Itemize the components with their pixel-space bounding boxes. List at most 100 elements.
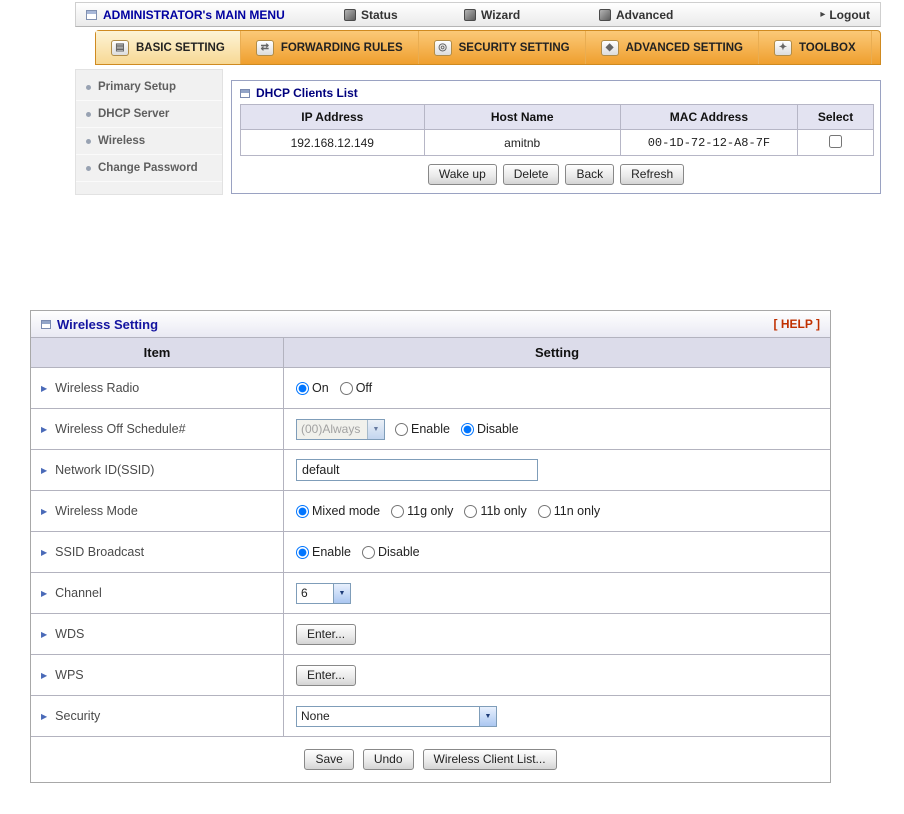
row-label-text: SSID Broadcast	[55, 545, 145, 559]
delete-button[interactable]: Delete	[502, 164, 560, 185]
back-button[interactable]: Back	[565, 164, 615, 185]
table-header-row: IP Address Host Name MAC Address Select	[240, 104, 874, 130]
option-label: Mixed mode	[312, 504, 381, 518]
option-label: Off	[355, 381, 373, 395]
cell-select	[797, 129, 874, 156]
logout-label: Logout	[829, 7, 870, 22]
sidebar-item-dhcp-server[interactable]: DHCP Server	[76, 101, 222, 128]
mode-11n-radio[interactable]	[537, 504, 551, 518]
schedule-disable-option[interactable]: Disable	[460, 422, 519, 436]
option-label: 11n only	[553, 504, 601, 518]
dhcp-buttons-row: Wake up Delete Back Refresh	[232, 156, 880, 185]
wireless-radio-off-radio[interactable]	[339, 381, 353, 395]
channel-select[interactable]: 6 ▼	[296, 582, 351, 604]
cell-host-name: amitnb	[423, 129, 621, 156]
tab-forwarding-rules[interactable]: ⇄ FORWARDING RULES	[241, 31, 419, 64]
logout-arrow-icon: ▸	[820, 9, 826, 20]
row-label-text: Wireless Radio	[55, 381, 140, 395]
mode-11b-option[interactable]: 11b only	[464, 504, 527, 518]
broadcast-enable-radio[interactable]	[296, 545, 309, 559]
mode-11b-radio[interactable]	[464, 504, 478, 518]
option-label: Enable	[411, 422, 450, 436]
sidebar-item-primary-setup[interactable]: Primary Setup	[76, 74, 222, 101]
status-icon	[344, 8, 356, 21]
wireless-radio-off-option[interactable]: Off	[339, 381, 373, 395]
row-bullet-icon: ▶	[41, 547, 48, 557]
wake-up-button[interactable]: Wake up	[427, 164, 497, 185]
row-label-text: WPS	[55, 668, 84, 682]
schedule-enable-radio[interactable]	[395, 422, 408, 436]
row-label-wds: ▶ WDS	[31, 614, 284, 655]
forwarding-rules-icon: ⇄	[255, 39, 274, 56]
mode-mixed-option[interactable]: Mixed mode	[296, 504, 380, 518]
wds-enter-button[interactable]: Enter...	[296, 623, 357, 645]
tab-label: FORWARDING RULES	[280, 41, 403, 54]
dhcp-clients-panel: DHCP Clients List IP Address Host Name M…	[231, 80, 881, 194]
mode-11g-option[interactable]: 11g only	[391, 504, 453, 518]
schedule-disable-radio[interactable]	[460, 422, 474, 436]
ssid-input[interactable]	[296, 459, 538, 481]
schedule-select: (00)Always ▼	[296, 418, 385, 440]
row-setting-wireless-off-schedule: (00)Always ▼ Enable Disable	[284, 409, 830, 450]
tab-basic-setting[interactable]: ▤ BASIC SETTING	[96, 31, 241, 64]
wps-enter-button[interactable]: Enter...	[296, 664, 357, 686]
schedule-enable-option[interactable]: Enable	[395, 422, 450, 436]
help-link[interactable]: [ HELP ]	[774, 317, 820, 331]
option-label: Disable	[377, 545, 420, 559]
row-bullet-icon: ▶	[41, 506, 48, 516]
menubar-item-advanced[interactable]: Advanced	[599, 3, 673, 26]
undo-button[interactable]: Undo	[362, 749, 414, 770]
row-label-text: WDS	[55, 627, 85, 641]
broadcast-enable-option[interactable]: Enable	[296, 545, 351, 559]
dropdown-arrow-icon: ▼	[367, 419, 384, 439]
advanced-label: Advanced	[616, 7, 674, 22]
broadcast-disable-option[interactable]: Disable	[361, 545, 420, 559]
cell-mac-address: 00-1D-72-12-A8-7F	[619, 129, 799, 156]
refresh-button[interactable]: Refresh	[620, 164, 685, 185]
security-select[interactable]: None ▼	[296, 705, 497, 727]
tab-label: TOOLBOX	[798, 41, 856, 54]
wireless-client-list-button[interactable]: Wireless Client List...	[422, 749, 557, 770]
sidebar-item-wireless[interactable]: Wireless	[76, 128, 222, 155]
bullet-icon	[86, 84, 91, 90]
sidebar-item-label: Change Password	[98, 162, 198, 174]
mode-11g-radio[interactable]	[391, 504, 405, 518]
wireless-radio-on-option[interactable]: On	[296, 381, 329, 395]
main-menu-title-group: ADMINISTRATOR's MAIN MENU	[86, 3, 285, 26]
row-setting-ssid-broadcast: Enable Disable	[284, 532, 830, 573]
row-label-text: Network ID(SSID)	[55, 463, 155, 477]
col-setting-header: Setting	[284, 338, 830, 368]
wireless-radio-on-radio[interactable]	[296, 381, 309, 395]
bullet-icon	[86, 138, 91, 144]
dhcp-panel-title-text: DHCP Clients List	[256, 86, 358, 100]
sidebar-item-change-password[interactable]: Change Password	[76, 155, 222, 182]
tab-bar: ▤ BASIC SETTING ⇄ FORWARDING RULES ◎ SEC…	[95, 30, 881, 65]
menubar-item-wizard[interactable]: Wizard	[464, 3, 520, 26]
bullet-icon	[86, 111, 91, 117]
sidebar: Primary Setup DHCP Server Wireless Chang…	[75, 69, 223, 195]
row-label-ssid-broadcast: ▶ SSID Broadcast	[31, 532, 284, 573]
tab-advanced-setting[interactable]: ◆ ADVANCED SETTING	[586, 31, 759, 64]
wireless-buttons-row: Save Undo Wireless Client List...	[31, 737, 830, 782]
select-client-checkbox[interactable]	[829, 134, 842, 148]
panel-window-icon	[41, 319, 51, 329]
tab-label: BASIC SETTING	[136, 41, 225, 54]
tab-security-setting[interactable]: ◎ SECURITY SETTING	[419, 31, 586, 64]
row-label-wireless-off-schedule: ▶ Wireless Off Schedule#	[31, 409, 284, 450]
tab-label: ADVANCED SETTING	[625, 41, 743, 54]
menubar-item-logout[interactable]: ▸ Logout	[820, 3, 870, 26]
wireless-panel-titlebar: Wireless Setting [ HELP ]	[31, 311, 830, 338]
menubar-item-status[interactable]: Status	[344, 3, 398, 26]
row-setting-wds: Enter...	[284, 614, 830, 655]
mode-mixed-radio[interactable]	[296, 504, 309, 518]
cell-ip-address: 192.168.12.149	[240, 129, 425, 156]
broadcast-disable-radio[interactable]	[361, 545, 375, 559]
save-button[interactable]: Save	[304, 749, 354, 770]
col-ip-address: IP Address	[240, 104, 425, 130]
dhcp-clients-table: IP Address Host Name MAC Address Select …	[240, 104, 874, 156]
wizard-label: Wizard	[481, 7, 521, 22]
mode-11n-option[interactable]: 11n only	[537, 504, 601, 518]
row-setting-wps: Enter...	[284, 655, 830, 696]
row-label-network-id-ssid: ▶ Network ID(SSID)	[31, 450, 284, 491]
tab-toolbox[interactable]: ✦ TOOLBOX	[759, 31, 872, 64]
